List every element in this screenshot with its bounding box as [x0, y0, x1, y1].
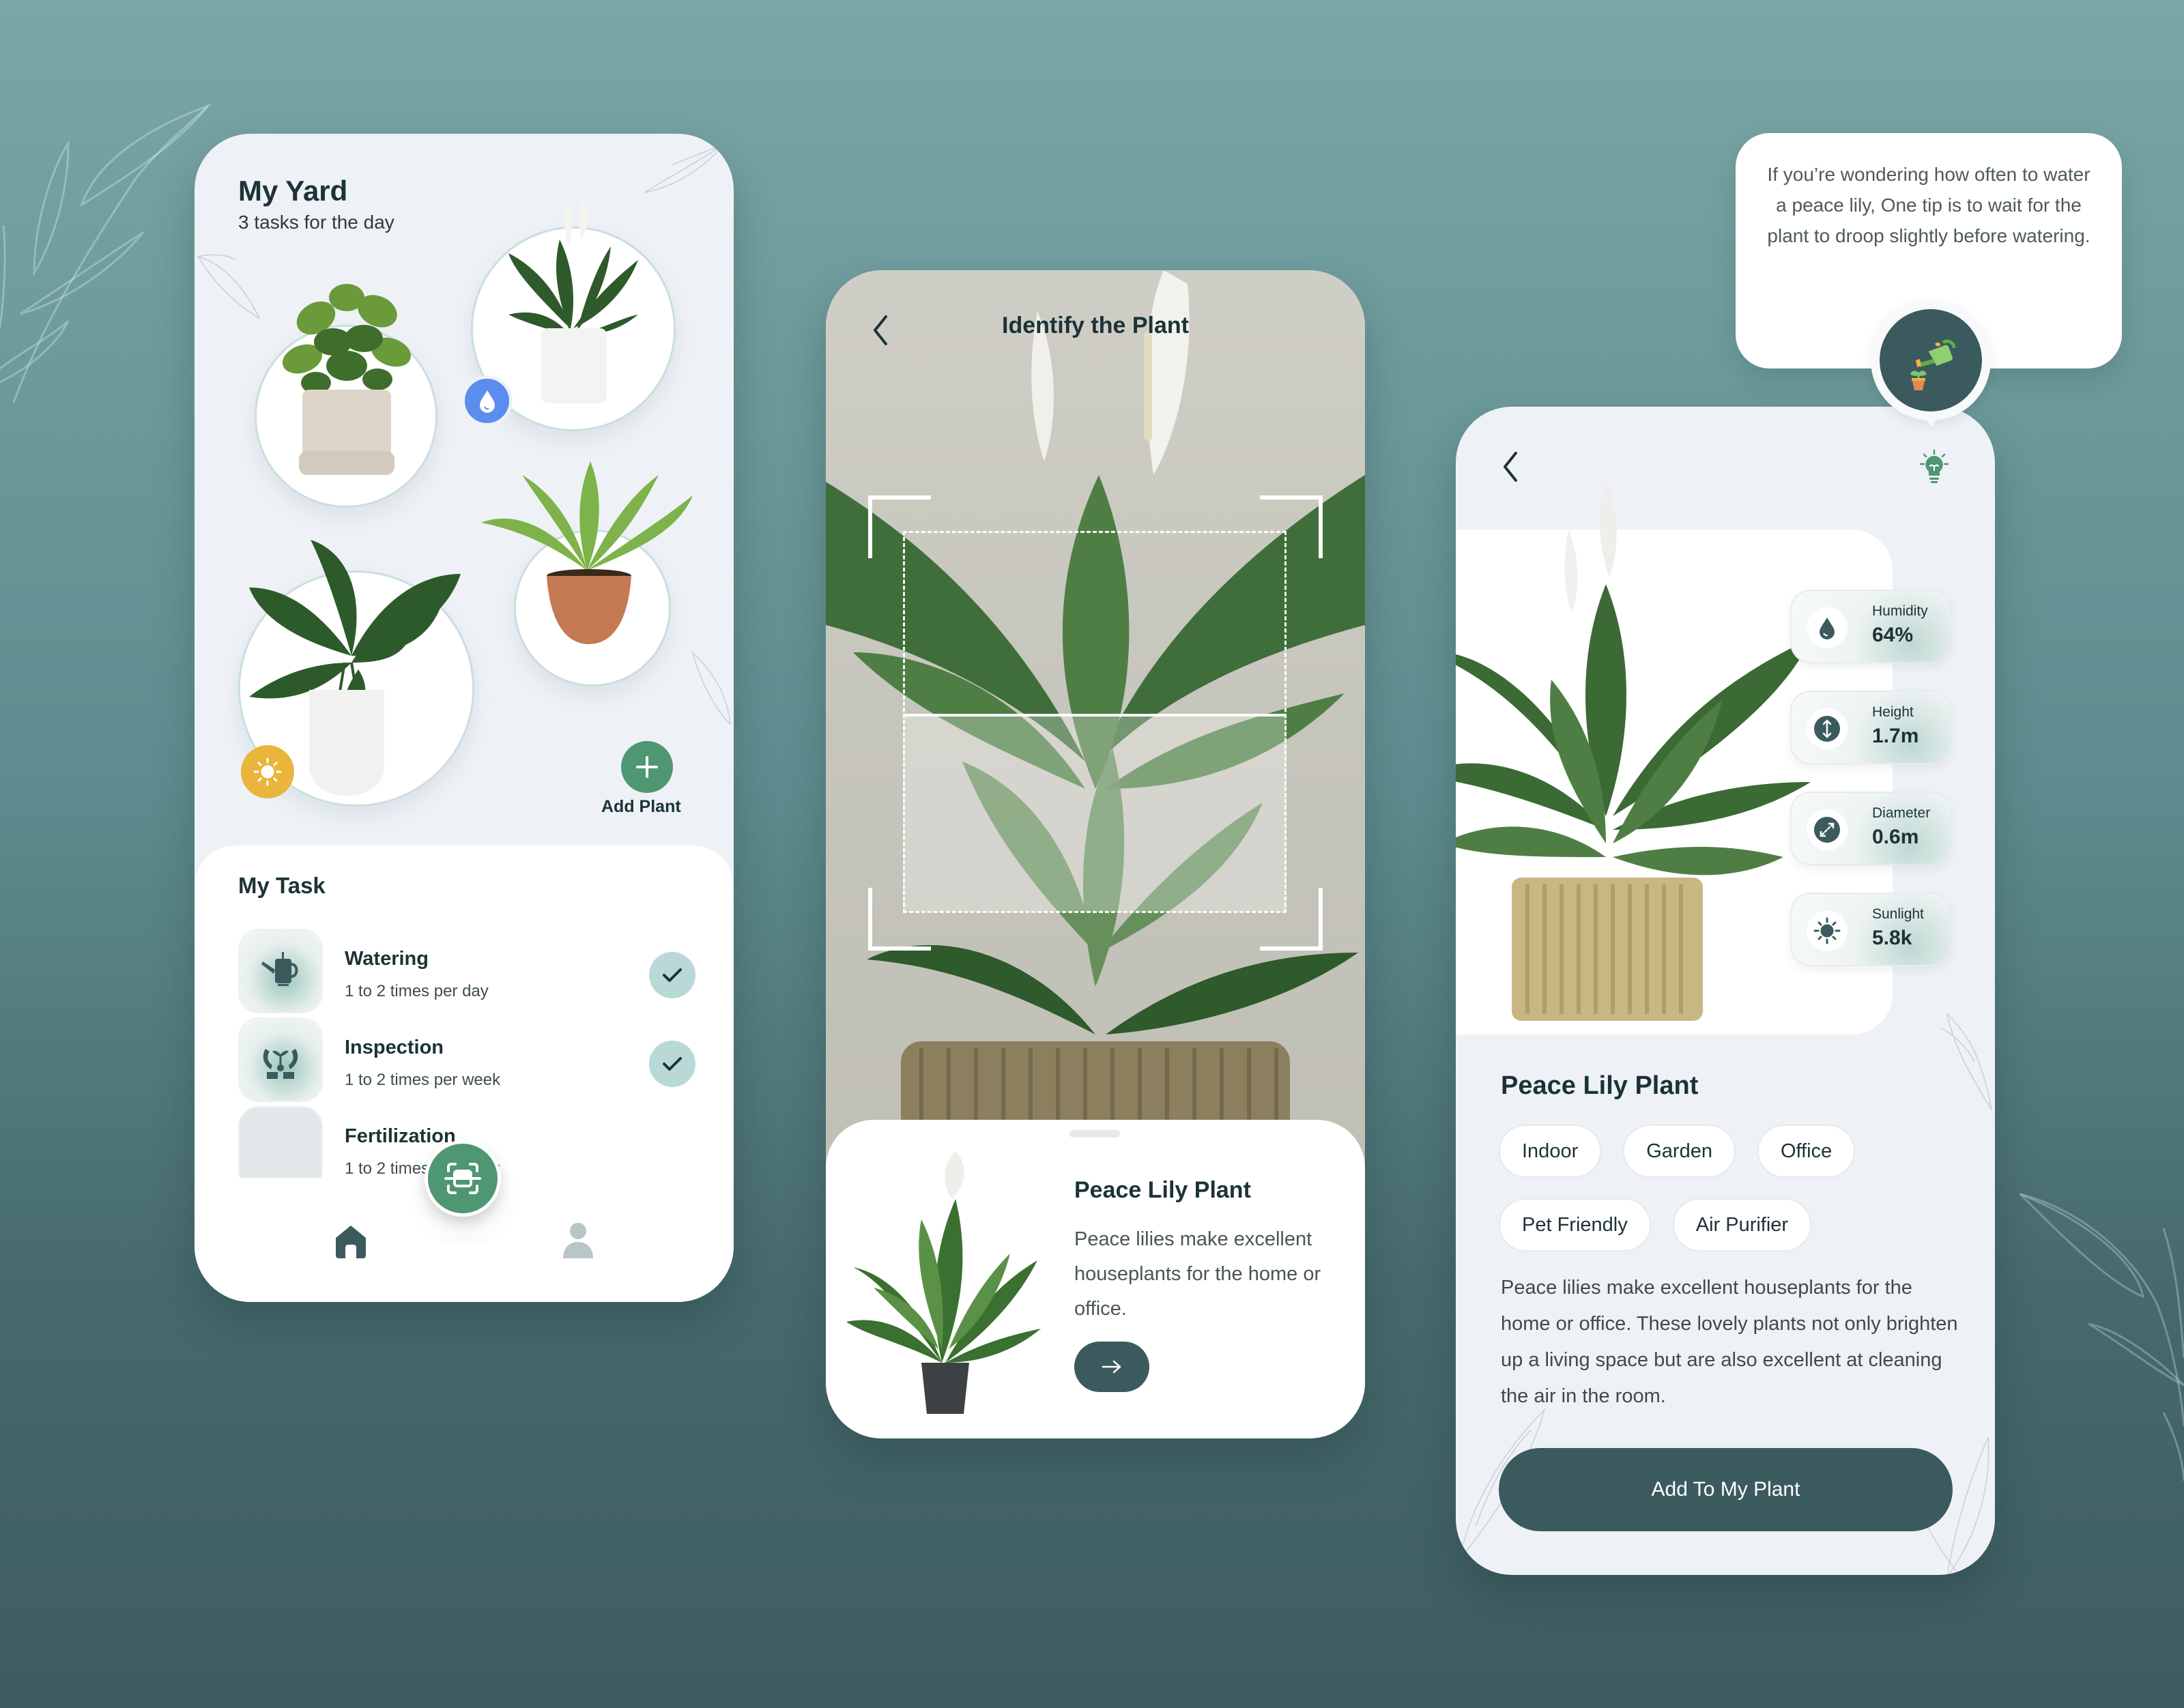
sunlight-badge: [241, 745, 294, 798]
watering-plant-icon: [1880, 309, 1982, 411]
task-complete-toggle[interactable]: [649, 952, 695, 998]
add-plant-button[interactable]: [621, 741, 673, 793]
leaf-decoration: [644, 144, 724, 193]
task-item[interactable]: Inspection 1 to 2 times per week: [238, 1017, 695, 1106]
stat-label: Height: [1872, 704, 1914, 720]
task-frequency: 1 to 2 times per day: [345, 982, 489, 1000]
leaf-decoration-right: [2019, 1193, 2184, 1481]
plant-image-peperomia: [282, 284, 412, 475]
check-icon: [663, 968, 682, 982]
page-title: My Yard: [238, 175, 348, 207]
stat-humidity: Humidity 64%: [1790, 590, 1951, 663]
drag-handle[interactable]: [1069, 1130, 1120, 1138]
water-drop-icon: [479, 390, 495, 413]
tag-pet-friendly[interactable]: Pet Friendly: [1499, 1198, 1651, 1251]
sun-icon: [1807, 910, 1848, 951]
task-section-title: My Task: [238, 873, 326, 898]
scan-plant-button[interactable]: [425, 1140, 501, 1217]
task-frequency: 1 to 2 times per week: [345, 1071, 501, 1089]
diameter-arrows-icon: [1807, 809, 1848, 850]
tasks-summary: 3 tasks for the day: [238, 212, 394, 233]
identify-plant-screen: Identify the Plant Peace Lily Plant Peac…: [826, 270, 1365, 1438]
leaf-decoration: [691, 650, 731, 726]
plant-image-fern: [481, 461, 693, 644]
stat-label: Humidity: [1872, 603, 1928, 619]
tag-garden[interactable]: Garden: [1623, 1125, 1736, 1178]
stat-label: Sunlight: [1872, 906, 1924, 922]
home-icon[interactable]: [334, 1224, 367, 1258]
leaf-decoration: [1940, 1012, 1992, 1110]
watering-can-icon: [238, 929, 323, 1013]
task-name: Inspection: [345, 1037, 444, 1058]
task-complete-toggle[interactable]: [649, 1041, 695, 1087]
task-item[interactable]: Watering 1 to 2 times per day: [238, 929, 695, 1017]
sun-icon: [253, 757, 282, 786]
task-name: Fertilization: [345, 1125, 456, 1147]
plant-name: Peace Lily Plant: [1501, 1071, 1699, 1100]
tag-air-purifier[interactable]: Air Purifier: [1672, 1198, 1812, 1251]
plant-hero-image: [1456, 482, 1811, 1021]
plant-description: Peace lilies make excellent houseplants …: [1501, 1277, 1958, 1407]
check-icon: [663, 1057, 682, 1071]
water-drop-badge: [461, 375, 513, 426]
stat-diameter: Diameter 0.6m: [1790, 792, 1951, 865]
result-plant-description: Peace lilies make excellent houseplants …: [1074, 1228, 1321, 1320]
hands-sprout-icon: [238, 1017, 323, 1102]
plant-detail-screen: Humidity 64% Height 1.7m Diameter 0.6m S…: [1456, 407, 1995, 1575]
stat-value: 0.6m: [1872, 826, 1919, 848]
scan-icon: [444, 1163, 481, 1194]
stat-label: Diameter: [1872, 805, 1931, 821]
my-yard-screen: My Yard 3 tasks for the day Add Plant My…: [195, 134, 734, 1302]
droplet-icon: [1807, 607, 1848, 648]
identification-result-card[interactable]: Peace Lily Plant Peace lilies make excel…: [826, 1120, 1365, 1438]
tag-indoor[interactable]: Indoor: [1499, 1125, 1602, 1178]
stat-sunlight: Sunlight 5.8k: [1790, 893, 1951, 966]
arrow-right-icon: [1102, 1360, 1121, 1374]
user-icon[interactable]: [562, 1221, 594, 1258]
height-arrows-icon: [1807, 708, 1848, 749]
scan-progress-overlay: [903, 714, 1287, 912]
leaf-decoration-left: [0, 103, 212, 403]
plant-tip-lightbulb-icon[interactable]: [1916, 449, 1952, 487]
screen-title: Identify the Plant: [1002, 313, 1189, 338]
tag-office[interactable]: Office: [1757, 1125, 1856, 1178]
view-details-button[interactable]: [1074, 1342, 1149, 1392]
leaf-decoration: [197, 254, 261, 319]
result-plant-name: Peace Lily Plant: [1074, 1177, 1251, 1203]
stat-value: 1.7m: [1872, 725, 1919, 747]
result-plant-image: [846, 1151, 1041, 1414]
add-to-my-plant-button[interactable]: Add To My Plant: [1499, 1448, 1953, 1531]
task-name: Watering: [345, 948, 429, 970]
plant-tags: Indoor Garden Office Pet Friendly Air Pu…: [1499, 1125, 1963, 1251]
stat-height: Height 1.7m: [1790, 691, 1951, 764]
plus-icon: [636, 756, 658, 778]
add-plant-label[interactable]: Add Plant: [601, 797, 681, 817]
plant-image-peace-lily: [508, 200, 638, 403]
stat-value: 5.8k: [1872, 927, 1912, 949]
care-tip-text: If you’re wondering how often to water a…: [1767, 164, 2090, 246]
stat-value: 64%: [1872, 624, 1914, 646]
